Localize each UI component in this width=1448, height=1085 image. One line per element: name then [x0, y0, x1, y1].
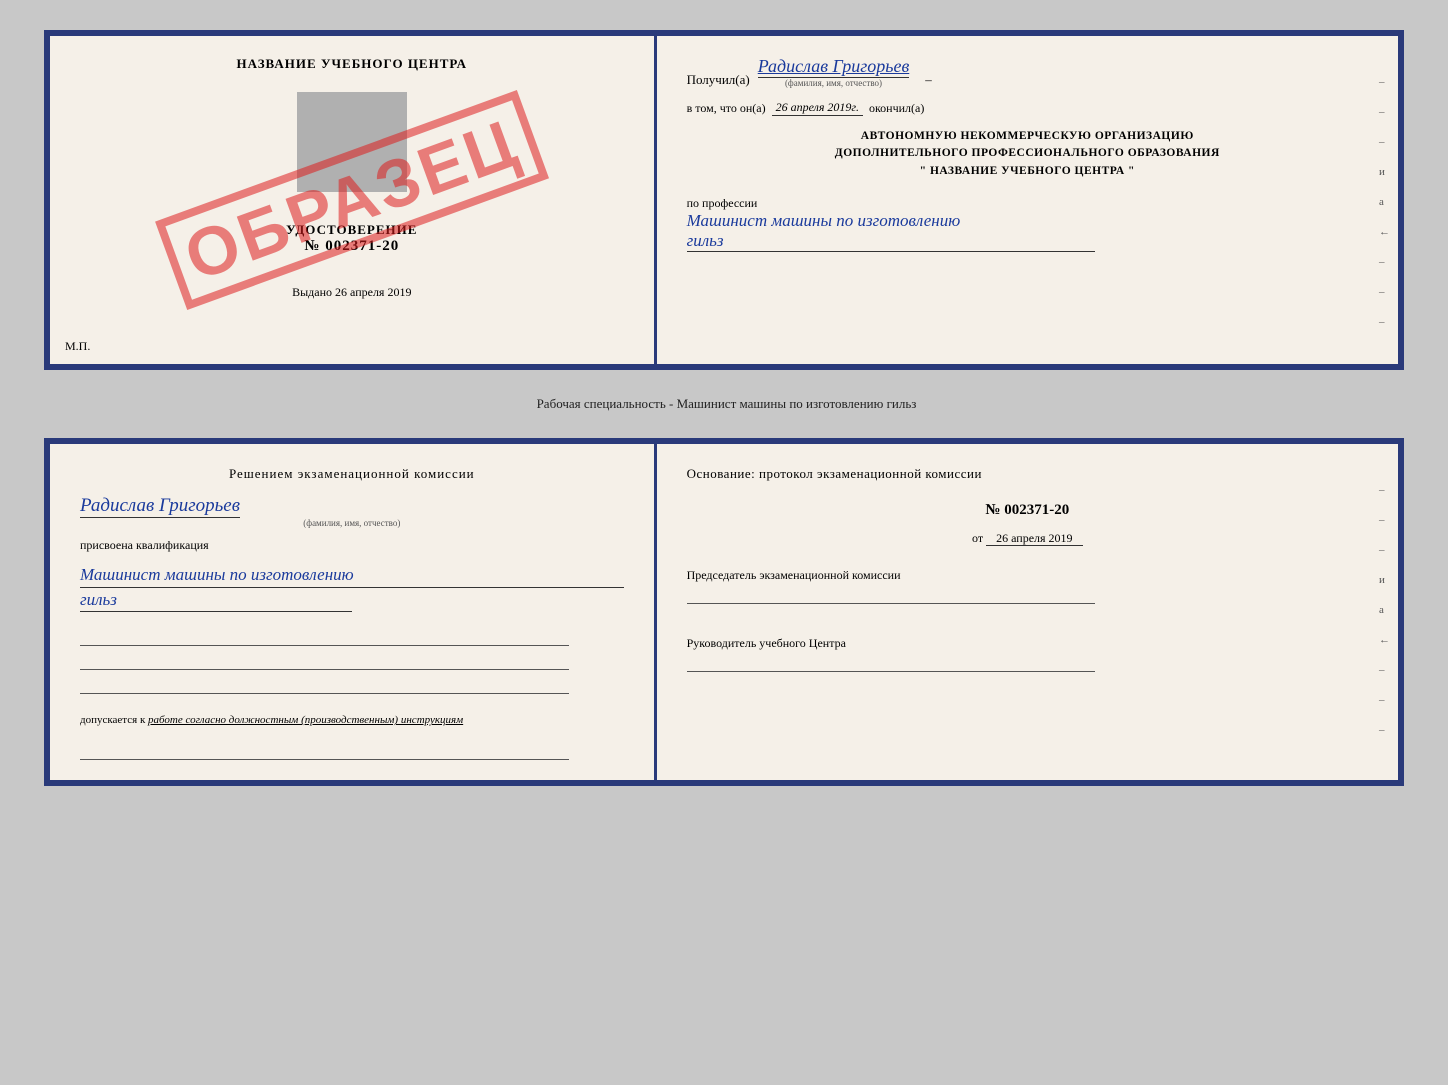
- profession-line2: гильз: [687, 231, 1096, 252]
- org-school: НАЗВАНИЕ УЧЕБНОГО ЦЕНТРА: [930, 165, 1125, 177]
- dopuskaetsya-text: работе согласно должностным (производств…: [148, 714, 463, 726]
- osnov-header: Основание: протокол экзаменационной коми…: [687, 464, 1368, 484]
- solid-line-1: [80, 630, 569, 646]
- solid-line-2: [80, 654, 569, 670]
- org-line2: ДОПОЛНИТЕЛЬНОГО ПРОФЕССИОНАЛЬНОГО ОБРАЗО…: [687, 145, 1368, 162]
- vtom-label: в том, что он(а): [687, 101, 766, 116]
- poluchil-label: Получил(а): [687, 72, 750, 88]
- po-professii-label: по профессии: [687, 196, 1368, 211]
- vydano-date: 26 апреля 2019: [335, 285, 411, 299]
- separator-label: Рабочая специальность - Машинист машины …: [532, 396, 917, 412]
- bottom-doc-right: Основание: протокол экзаменационной коми…: [657, 444, 1398, 780]
- solid-line-4: [80, 744, 569, 760]
- protocol-num: № 002371-20: [687, 502, 1368, 519]
- udostoverenie-num: № 002371-20: [286, 238, 417, 255]
- top-doc-left: НАЗВАНИЕ УЧЕБНОГО ЦЕНТРА УДОСТОВЕРЕНИЕ №…: [50, 36, 657, 364]
- rukovoditel-label: Руководитель учебного Центра: [687, 634, 1368, 652]
- protocol-date-val: 26 апреля 2019: [986, 531, 1082, 546]
- predsedatel-sign-line: [687, 586, 1096, 604]
- bottom-person-block: Радислав Григорьев (фамилия, имя, отчест…: [80, 495, 624, 528]
- protocol-date-prefix: от: [972, 531, 983, 545]
- photo-placeholder: [297, 92, 407, 192]
- vydano-label: Выдано: [292, 285, 332, 299]
- fio-sub-bottom: (фамилия, имя, отчество): [80, 518, 624, 528]
- top-school-name: НАЗВАНИЕ УЧЕБНОГО ЦЕНТРА: [237, 56, 468, 72]
- vydano-line: Выдано 26 апреля 2019: [292, 285, 411, 300]
- org-quote-open: ": [920, 165, 927, 177]
- predsedatel-label: Председатель экзаменационной комиссии: [687, 566, 1368, 584]
- dopuskaetsya-label: допускается к: [80, 714, 145, 726]
- prisvoena-label: присвоена квалификация: [80, 538, 624, 553]
- person-name-top: Радислав Григорьев: [758, 56, 910, 78]
- mp-label: М.П.: [65, 339, 90, 354]
- predsedatel-block: Председатель экзаменационной комиссии: [687, 566, 1368, 606]
- bottom-lines: [80, 630, 624, 694]
- udostoverenie-title: УДОСТОВЕРЕНИЕ: [286, 222, 417, 238]
- org-school-line: " НАЗВАНИЕ УЧЕБНОГО ЦЕНТРА ": [687, 163, 1368, 180]
- kvali-line2: гильз: [80, 588, 352, 613]
- vtom-line: в том, что он(а) 26 апреля 2019г. окончи…: [687, 100, 1368, 116]
- rukovoditel-sign-line: [687, 654, 1096, 672]
- kvali-line1: Машинист машины по изготовлению: [80, 563, 624, 588]
- protocol-date: от 26 апреля 2019: [687, 531, 1368, 546]
- dopuskaetsya-block: допускается к работе согласно должностны…: [80, 714, 624, 726]
- vtom-date: 26 апреля 2019г.: [772, 100, 863, 116]
- rukovoditel-block: Руководитель учебного Центра: [687, 634, 1368, 674]
- top-document: НАЗВАНИЕ УЧЕБНОГО ЦЕНТРА УДОСТОВЕРЕНИЕ №…: [44, 30, 1404, 370]
- bottom-doc-left: Решением экзаменационной комиссии Радисл…: [50, 444, 657, 780]
- okonchil-label: окончил(а): [869, 101, 924, 116]
- solid-line-3: [80, 678, 569, 694]
- person-name-bottom: Радислав Григорьев: [80, 495, 240, 518]
- top-doc-right: Получил(а) Радислав Григорьев (фамилия, …: [657, 36, 1398, 364]
- udostoverenie-block: УДОСТОВЕРЕНИЕ № 002371-20: [286, 222, 417, 255]
- fio-sub-top: (фамилия, имя, отчество): [758, 78, 910, 88]
- org-block: АВТОНОМНУЮ НЕКОММЕРЧЕСКУЮ ОРГАНИЗАЦИЮ ДО…: [687, 128, 1368, 180]
- org-line1: АВТОНОМНУЮ НЕКОММЕРЧЕСКУЮ ОРГАНИЗАЦИЮ: [687, 128, 1368, 145]
- kvali-block: Машинист машины по изготовлению гильз: [80, 563, 624, 613]
- komissia-header: Решением экзаменационной комиссии: [80, 464, 624, 485]
- bottom-document: Решением экзаменационной комиссии Радисл…: [44, 438, 1404, 786]
- profession-block: по профессии Машинист машины по изготовл…: [687, 196, 1368, 252]
- bottom-right-dashes: – – – и а ← – – –: [1379, 484, 1390, 736]
- profession-line1: Машинист машины по изготовлению: [687, 211, 1368, 231]
- org-quote-close: ": [1128, 165, 1135, 177]
- top-right-dashes: – – – и а ← – – –: [1379, 76, 1390, 328]
